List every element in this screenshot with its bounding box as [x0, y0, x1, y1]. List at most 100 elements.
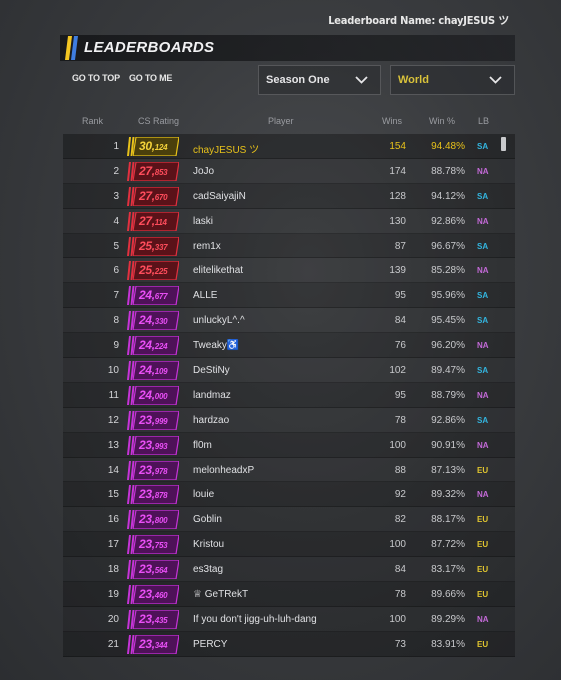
- player-name[interactable]: es3tag: [193, 564, 223, 575]
- wins-cell: 78: [394, 414, 406, 426]
- player-name[interactable]: laski: [193, 216, 213, 227]
- player-name[interactable]: hardzao: [193, 415, 229, 426]
- cs-rating-thousands: 23: [139, 587, 152, 602]
- win-pct-cell: 92.86%: [431, 215, 465, 227]
- player-name[interactable]: Tweaky♿: [193, 340, 239, 351]
- go-to-me-button[interactable]: GO TO ME: [129, 73, 172, 83]
- win-pct-cell: 94.48%: [431, 141, 465, 152]
- wins-cell: 154: [389, 141, 406, 152]
- player-name[interactable]: ♕ GeTRekT: [193, 589, 248, 600]
- table-row[interactable]: 20 23,435 If you don't jigg-uh-luh-dang 100…: [63, 606, 515, 632]
- cs-rating-badge: 24,224: [127, 336, 179, 356]
- player-name[interactable]: melonheadxP: [193, 465, 254, 476]
- region-badge: EU: [477, 565, 489, 575]
- table-row[interactable]: 8 24,330 unluckyL^.^ 84 95.45% SA: [63, 308, 515, 334]
- cs-rating-thousands: 27: [139, 163, 152, 178]
- table-row[interactable]: 1 30,124 chayJESUS ツ 154 94.48% SA: [63, 134, 515, 159]
- table-row[interactable]: 2 27,853 JoJo 174 88.78% NA: [63, 158, 515, 184]
- cs-rating-value: 23,344: [139, 636, 168, 651]
- cs-rating-badge: 23,460: [127, 585, 179, 605]
- cs-rating-value: 24,000: [139, 387, 168, 402]
- cs-rating-value: 23,435: [139, 611, 168, 626]
- region-dropdown[interactable]: World: [390, 65, 515, 95]
- rank-cell: 19: [107, 589, 119, 601]
- cs-rating-thousands: 25: [139, 238, 152, 253]
- win-pct-cell: 89.29%: [431, 613, 465, 625]
- wins-cell: 139: [389, 265, 406, 277]
- cs-rating-badge: 27,670: [127, 186, 179, 206]
- region-badge: SA: [477, 191, 489, 201]
- cs-rating-value: 24,109: [139, 363, 168, 378]
- cs-rating-thousands: 23: [139, 487, 152, 502]
- table-row[interactable]: 4 27,114 laski 130 92.86% NA: [63, 208, 515, 234]
- table-row[interactable]: 17 23,753 Kristou 100 87.72% EU: [63, 532, 515, 558]
- cs-rating-remainder: 460: [154, 591, 168, 601]
- cs-rating-value: 27,670: [139, 188, 168, 203]
- region-badge: NA: [477, 266, 489, 276]
- cs-rating-remainder: 330: [154, 317, 168, 327]
- win-pct-cell: 96.67%: [431, 240, 465, 252]
- table-row[interactable]: 5 25,337 rem1x 87 96.67% SA: [63, 233, 515, 259]
- rank-cell: 14: [107, 464, 119, 476]
- cs-rating-badge: 23,344: [127, 634, 179, 654]
- cs-rating-remainder: 978: [154, 466, 168, 476]
- player-name[interactable]: unluckyL^.^: [193, 315, 245, 326]
- scrollbar-thumb[interactable]: [501, 137, 506, 151]
- column-header-rank[interactable]: Rank: [82, 116, 103, 126]
- region-badge: EU: [477, 465, 489, 475]
- table-row[interactable]: 18 23,564 es3tag 84 83.17% EU: [63, 557, 515, 583]
- column-header-wins[interactable]: Wins: [382, 116, 402, 126]
- region-badge: EU: [477, 639, 489, 649]
- season-dropdown[interactable]: Season One: [258, 65, 381, 95]
- go-to-top-button[interactable]: GO TO TOP: [72, 73, 120, 83]
- wins-cell: 84: [394, 564, 406, 576]
- player-name[interactable]: chayJESUS ツ: [193, 141, 259, 156]
- cs-rating-thousands: 23: [139, 562, 152, 577]
- cs-rating-remainder: 224: [154, 342, 168, 352]
- player-name[interactable]: cadSaiyajiN: [193, 191, 246, 202]
- table-row[interactable]: 10 24,109 DeStiNy 102 89.47% SA: [63, 358, 515, 383]
- player-name[interactable]: JoJo: [193, 166, 214, 177]
- player-name[interactable]: If you don't jigg-uh-luh-dang: [193, 614, 317, 625]
- player-name[interactable]: PERCY: [193, 639, 227, 650]
- table-row[interactable]: 7 24,677 ALLE 95 95.96% SA: [63, 283, 515, 309]
- table-row[interactable]: 14 23,978 melonheadxP 88 87.13% EU: [63, 457, 515, 483]
- region-badge: SA: [477, 291, 489, 301]
- cs-rating-thousands: 23: [139, 537, 152, 552]
- cs-rating-badge: 23,753: [127, 535, 179, 555]
- player-name[interactable]: rem1x: [193, 241, 221, 252]
- player-name[interactable]: ALLE: [193, 290, 217, 301]
- table-row[interactable]: 16 23,800 Goblin 82 88.17% EU: [63, 507, 515, 533]
- player-name[interactable]: landmaz: [193, 390, 231, 401]
- column-header-rating[interactable]: CS Rating: [138, 116, 179, 126]
- table-row[interactable]: 3 27,670 cadSaiyajiN 128 94.12% SA: [63, 183, 515, 209]
- cs-rating-remainder: 344: [154, 640, 168, 650]
- rank-cell: 20: [107, 613, 119, 625]
- player-name[interactable]: DeStiNy: [193, 365, 230, 376]
- win-pct-cell: 96.20%: [431, 340, 465, 352]
- region-badge: NA: [477, 440, 489, 450]
- player-name[interactable]: Kristou: [193, 539, 224, 550]
- player-name[interactable]: fl0m: [193, 440, 212, 451]
- cs-rating-badge: 23,993: [127, 435, 179, 455]
- player-name[interactable]: Goblin: [193, 514, 222, 525]
- column-header-player[interactable]: Player: [268, 116, 294, 126]
- player-name[interactable]: louie: [193, 489, 214, 500]
- table-row[interactable]: 11 24,000 landmaz 95 88.79% NA: [63, 382, 515, 408]
- table-row[interactable]: 13 23,993 fl0m 100 90.91% NA: [63, 432, 515, 458]
- cs-rating-thousands: 23: [139, 437, 152, 452]
- rank-cell: 15: [107, 489, 119, 501]
- region-dropdown-label: World: [398, 74, 429, 86]
- column-header-win-pct[interactable]: Win %: [429, 116, 455, 126]
- table-row[interactable]: 6 25,225 elitelikethat 139 85.28% NA: [63, 258, 515, 284]
- cs-rating-thousands: 23: [139, 512, 152, 527]
- cs-rating-remainder: 225: [154, 267, 168, 277]
- table-row[interactable]: 12 23,999 hardzao 78 92.86% SA: [63, 407, 515, 433]
- table-row[interactable]: 9 24,224 Tweaky♿ 76 96.20% NA: [63, 333, 515, 359]
- table-row[interactable]: 15 23,878 louie 92 89.32% NA: [63, 482, 515, 508]
- region-badge: SA: [477, 316, 489, 326]
- player-name[interactable]: elitelikethat: [193, 265, 243, 276]
- column-header-lb[interactable]: LB: [478, 116, 489, 126]
- table-row[interactable]: 19 23,460 ♕ GeTRekT 78 89.66% EU: [63, 582, 515, 607]
- table-row[interactable]: 21 23,344 PERCY 73 83.91% EU: [63, 631, 515, 657]
